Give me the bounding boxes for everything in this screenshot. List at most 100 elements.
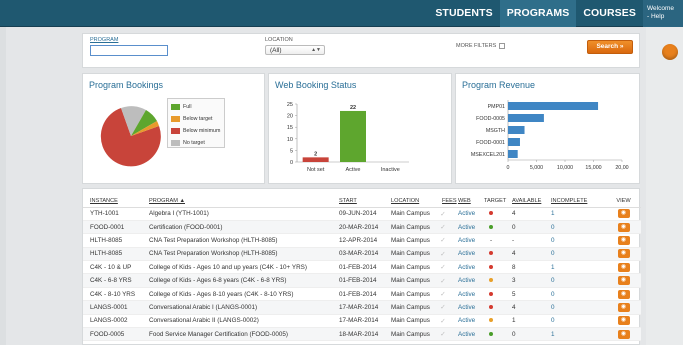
location-cell: Main Campus bbox=[384, 247, 435, 262]
web-status-cell: Active bbox=[451, 207, 477, 221]
more-filters-label: MORE FILTERS bbox=[456, 43, 497, 49]
revenue-category-label: PMP01 bbox=[488, 104, 505, 110]
user-avatar[interactable] bbox=[662, 44, 678, 60]
incomplete-cell: 0 bbox=[544, 314, 606, 329]
legend-label: Below target bbox=[183, 116, 213, 122]
col-fees[interactable]: FEES bbox=[435, 195, 457, 208]
x-tick-label: 5,000 bbox=[530, 165, 543, 171]
program-cell: Algebra I (YTH-1001) bbox=[142, 207, 332, 221]
tab-courses[interactable]: COURSES bbox=[576, 0, 643, 27]
legend-item: Full bbox=[171, 101, 224, 113]
instance-cell: FOOD-0005 bbox=[83, 327, 142, 342]
col-available[interactable]: AVAILABLE bbox=[505, 195, 544, 208]
view-eye-icon[interactable]: ◉ bbox=[617, 249, 630, 259]
revenue-bar[interactable] bbox=[508, 126, 525, 134]
col-location[interactable]: LOCATION bbox=[384, 195, 435, 208]
revenue-bar[interactable] bbox=[508, 138, 520, 146]
tab-students[interactable]: STUDENTS bbox=[428, 0, 499, 27]
location-cell: Main Campus bbox=[384, 220, 435, 235]
view-eye-icon[interactable]: ◉ bbox=[617, 209, 630, 219]
revenue-category-label: MSEXCEL201 bbox=[471, 152, 505, 158]
incomplete-cell: 0 bbox=[544, 247, 606, 262]
col-incomplete[interactable]: INCOMPLETE bbox=[544, 195, 606, 208]
table-row[interactable]: YTH-1001 Algebra I (YTH-1001) 09-JUN-2014 M… bbox=[83, 207, 641, 221]
tab-programs[interactable]: PROGRAMS bbox=[499, 0, 577, 27]
legend-swatch bbox=[171, 128, 180, 134]
fees-cell: ✓ bbox=[435, 287, 451, 302]
available-cell: 8 bbox=[505, 260, 544, 275]
program-bookings-card: Program Bookings Full Below target Below… bbox=[82, 73, 265, 184]
bookings-pie-chart bbox=[100, 106, 161, 167]
web-status-cell: Active bbox=[451, 233, 477, 248]
view-eye-icon[interactable]: ◉ bbox=[617, 302, 630, 312]
location-select[interactable]: (All) ▲▼ bbox=[265, 45, 325, 55]
program-cell: College of Kids - Ages 8-10 years (C4K -… bbox=[142, 287, 332, 302]
program-cell: Conversational Arabic II (LANGS-0002) bbox=[142, 314, 332, 329]
status-bar-value-label: 2 bbox=[314, 151, 317, 157]
available-cell: 0 bbox=[505, 220, 544, 235]
instance-cell: C4K - 6-8 YRS bbox=[83, 273, 142, 288]
y-tick-label: 0 bbox=[290, 160, 293, 166]
table-row[interactable]: FOOD-0005 Food Service Manager Certificat… bbox=[83, 327, 641, 342]
program-cell: CNA Test Preparation Workshop (HLTH-8085… bbox=[142, 247, 332, 262]
incomplete-cell: 1 bbox=[544, 207, 606, 221]
location-cell: Main Campus bbox=[384, 287, 435, 302]
view-eye-icon[interactable]: ◉ bbox=[617, 316, 630, 326]
view-cell: ◉ bbox=[606, 260, 641, 275]
start-cell: 20-MAR-2014 bbox=[332, 220, 384, 235]
x-tick-label: 15,000 bbox=[585, 165, 601, 171]
table-row[interactable]: C4K - 8-10 YRS College of Kids - Ages 8-1… bbox=[83, 287, 641, 302]
status-bar[interactable] bbox=[302, 157, 329, 162]
col-start-label: START bbox=[339, 197, 357, 204]
table-row[interactable]: HLTH-8085 CNA Test Preparation Workshop (… bbox=[83, 247, 641, 262]
more-filters-checkbox[interactable] bbox=[499, 43, 506, 49]
fees-cell: ✓ bbox=[435, 247, 451, 262]
more-filters-toggle[interactable]: MORE FILTERS bbox=[456, 43, 506, 49]
program-cell: Certification (FOOD-0001) bbox=[142, 220, 332, 235]
location-cell: Main Campus bbox=[384, 233, 435, 248]
web-status-cell: Active bbox=[451, 287, 477, 302]
table-row[interactable]: C4K - 6-8 YRS College of Kids - Ages 6-8 … bbox=[83, 273, 641, 288]
revenue-bar[interactable] bbox=[508, 102, 599, 110]
col-program[interactable]: PROGRAM ▲ bbox=[142, 195, 332, 208]
table-row[interactable]: C4K - 10 & UP College of Kids - Ages 10 a… bbox=[83, 260, 641, 275]
revenue-bar[interactable] bbox=[508, 150, 518, 158]
location-filter-label: LOCATION bbox=[265, 37, 293, 43]
view-eye-icon[interactable]: ◉ bbox=[617, 289, 630, 299]
fees-cell: ✓ bbox=[435, 327, 451, 342]
search-button[interactable]: Search » bbox=[587, 40, 633, 54]
available-cell: 4 bbox=[505, 247, 544, 262]
program-instances-table: INSTANCE PROGRAM ▲ START LOCATION FEES W… bbox=[83, 195, 641, 342]
revenue-bar[interactable] bbox=[508, 114, 544, 122]
view-eye-icon[interactable]: ◉ bbox=[617, 262, 630, 272]
fees-cell: ✓ bbox=[435, 300, 451, 315]
status-bar[interactable] bbox=[340, 110, 366, 162]
target-status-dot bbox=[489, 331, 493, 336]
view-eye-icon[interactable]: ◉ bbox=[617, 329, 630, 339]
web-status-cell: Active bbox=[451, 273, 477, 288]
start-cell: 17-MAR-2014 bbox=[332, 314, 384, 329]
view-cell: ◉ bbox=[606, 220, 641, 235]
table-row[interactable]: FOOD-0001 Certification (FOOD-0001) 20-MAR… bbox=[83, 220, 641, 235]
program-filter-input[interactable] bbox=[90, 45, 168, 56]
col-instance[interactable]: INSTANCE bbox=[83, 195, 142, 208]
location-cell: Main Campus bbox=[384, 273, 435, 288]
view-eye-icon[interactable]: ◉ bbox=[617, 235, 630, 245]
legend-item: Below target bbox=[171, 113, 224, 125]
revenue-category-label: MSGTH bbox=[486, 128, 505, 134]
col-start[interactable]: START bbox=[332, 195, 384, 208]
view-eye-icon[interactable]: ◉ bbox=[617, 222, 630, 232]
table-row[interactable]: LANGS-0001 Conversational Arabic I (LANGS… bbox=[83, 300, 641, 315]
table-row[interactable]: HLTH-8085 CNA Test Preparation Workshop (… bbox=[83, 233, 641, 248]
welcome-menu[interactable]: Welcome - Help bbox=[643, 0, 683, 27]
location-cell: Main Campus bbox=[384, 260, 435, 275]
table-row[interactable]: LANGS-0002 Conversational Arabic II (LANG… bbox=[83, 314, 641, 329]
col-location-label: LOCATION bbox=[391, 197, 420, 204]
location-select-value: (All) bbox=[270, 47, 282, 54]
location-cell: Main Campus bbox=[384, 314, 435, 329]
view-eye-icon[interactable]: ◉ bbox=[617, 276, 630, 286]
start-cell: 09-JUN-2014 bbox=[332, 207, 384, 221]
instance-cell: HLTH-8085 bbox=[83, 247, 142, 262]
help-link[interactable]: - Help bbox=[647, 13, 683, 21]
web-booking-status-card: Web Booking Status 0 5 10 15 20 25 2 Not set 22 A… bbox=[268, 73, 452, 184]
